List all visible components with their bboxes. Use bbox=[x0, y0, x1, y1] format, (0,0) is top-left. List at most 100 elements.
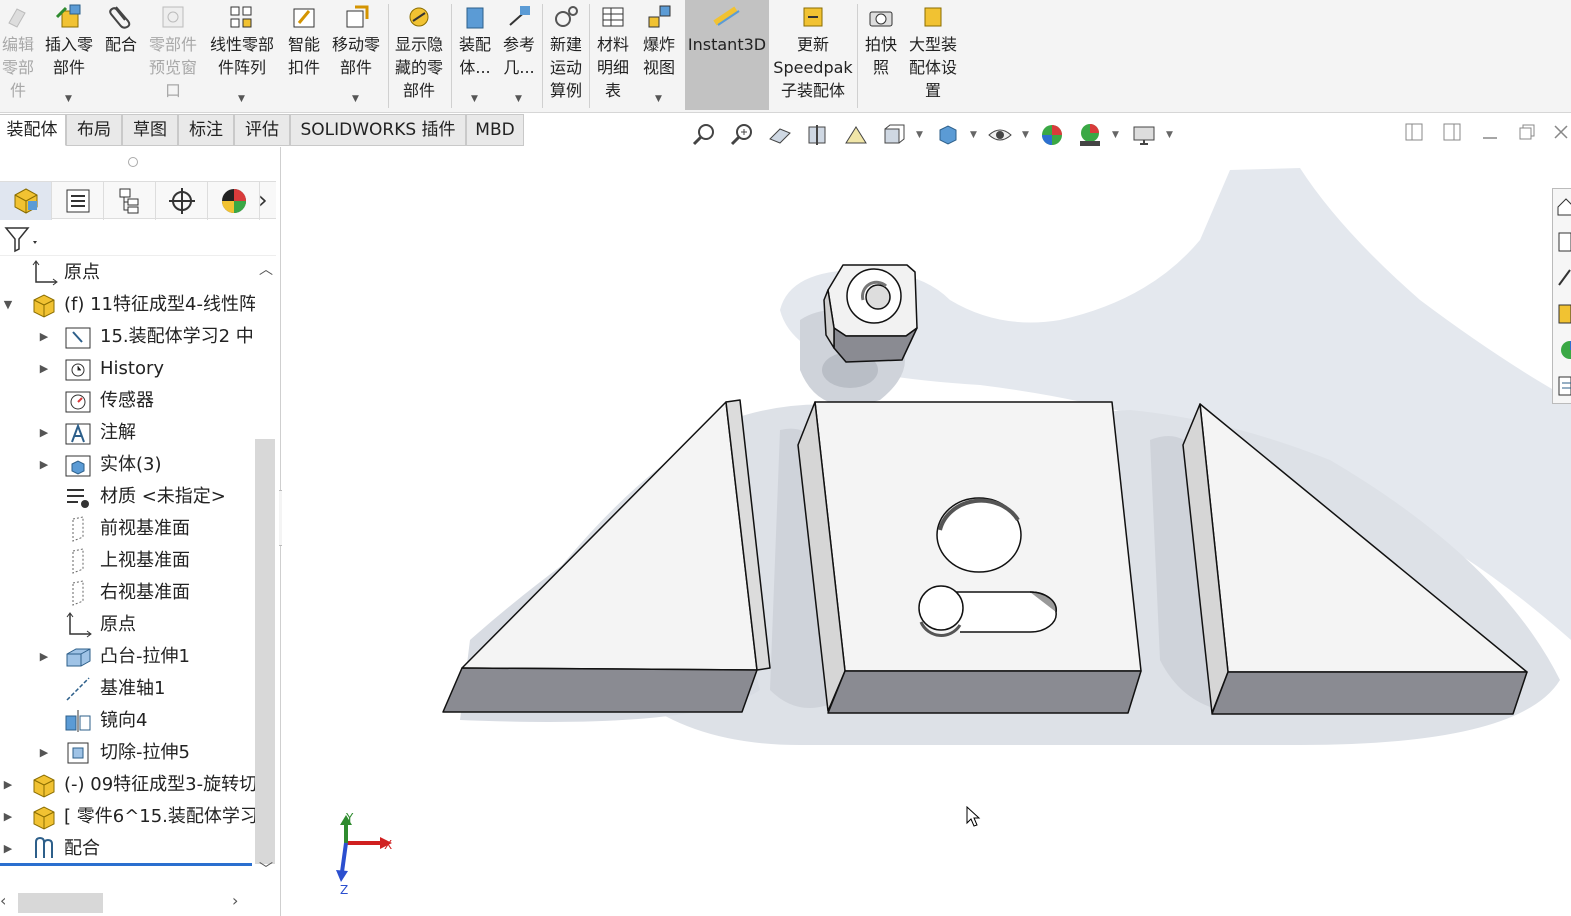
minimize-button[interactable] bbox=[1476, 122, 1504, 150]
update-speedpak-button[interactable]: 更新 Speedpak 子装配体 bbox=[773, 0, 853, 110]
chevron-right-icon[interactable]: › bbox=[258, 186, 268, 214]
chevron-right-icon[interactable]: ▶ bbox=[38, 353, 50, 385]
previous-view-button[interactable] bbox=[766, 118, 798, 152]
hide-show-items-button[interactable] bbox=[986, 118, 1018, 152]
edit-appearance-button[interactable] bbox=[1038, 118, 1070, 152]
graphics-area[interactable]: X Y Z bbox=[282, 152, 1571, 916]
tree-item-top-plane[interactable]: 上视基准面 bbox=[0, 545, 255, 577]
design-library-icon[interactable] bbox=[1556, 229, 1571, 257]
tree-item-component[interactable]: ▶ (-) 09特征成型3-旋转切 bbox=[0, 769, 255, 801]
show-hidden-components-button[interactable]: 显示隐 藏的零 部件 bbox=[391, 0, 447, 110]
chevron-right-icon[interactable]: ▶ bbox=[38, 417, 50, 449]
scrollbar-thumb[interactable] bbox=[18, 893, 103, 913]
small-cube-part[interactable] bbox=[823, 264, 918, 363]
chevron-right-icon[interactable]: ▶ bbox=[38, 737, 50, 769]
tile-left-button[interactable] bbox=[1400, 122, 1428, 150]
chevron-right-icon[interactable]: ▶ bbox=[38, 449, 50, 481]
edit-component-button[interactable]: 编辑 零部 件 bbox=[0, 0, 36, 110]
tree-item-mirror[interactable]: 镜向4 bbox=[0, 705, 255, 737]
tab-evaluate[interactable]: 评估 bbox=[234, 114, 290, 146]
tree-item-cut-extrude[interactable]: ▶ 切除-拉伸5 bbox=[0, 737, 255, 769]
dropdown-arrow-icon[interactable]: ▼ bbox=[238, 95, 245, 104]
view-settings-button[interactable] bbox=[1130, 118, 1162, 152]
chevron-right-icon[interactable]: ▶ bbox=[38, 321, 50, 353]
dropdown-arrow-icon[interactable]: ▼ bbox=[1166, 130, 1173, 140]
scrollbar-thumb[interactable] bbox=[255, 439, 275, 864]
view-palette-icon[interactable] bbox=[1556, 301, 1571, 329]
tab-property-manager[interactable] bbox=[52, 182, 104, 220]
tree-item-material[interactable]: 材质 <未指定> bbox=[0, 481, 255, 513]
scroll-left-icon[interactable]: ‹ bbox=[0, 891, 6, 910]
home-icon[interactable] bbox=[1556, 193, 1571, 221]
rollback-bar[interactable] bbox=[0, 863, 252, 866]
file-explorer-icon[interactable] bbox=[1556, 265, 1571, 293]
view-orientation-button[interactable] bbox=[880, 118, 912, 152]
tree-item-boss-extrude[interactable]: ▶ 凸台-拉伸1 bbox=[0, 641, 255, 673]
tree-item-sensors[interactable]: 传感器 bbox=[0, 385, 255, 417]
instant3d-button[interactable]: Instant3D bbox=[685, 0, 769, 110]
tree-item-mates[interactable]: ▶ 配合 bbox=[0, 833, 255, 865]
new-motion-study-button[interactable]: 新建 运动 算例 bbox=[545, 0, 587, 110]
tree-item-component[interactable]: ▼ (f) 11特征成型4-线性阵 bbox=[0, 289, 255, 321]
dropdown-arrow-icon[interactable]: ▼ bbox=[916, 130, 923, 140]
tree-item-axis[interactable]: 基准轴1 bbox=[0, 673, 255, 705]
tab-solidworks-addins[interactable]: SOLIDWORKS 插件 bbox=[290, 114, 466, 146]
take-snapshot-button[interactable]: 拍快 照 bbox=[860, 0, 902, 110]
center-block-part[interactable] bbox=[797, 401, 1142, 714]
panel-split-handle[interactable] bbox=[128, 157, 138, 167]
custom-properties-icon[interactable] bbox=[1556, 373, 1571, 401]
tree-item-front-plane[interactable]: 前视基准面 bbox=[0, 513, 255, 545]
filter-icon[interactable] bbox=[4, 225, 40, 253]
section-view-button[interactable] bbox=[804, 118, 836, 152]
tree-vertical-scrollbar[interactable]: ︿ ﹀ bbox=[255, 259, 275, 879]
component-preview-button[interactable]: 零部件 预览窗 口 bbox=[145, 0, 201, 110]
tile-right-button[interactable] bbox=[1438, 122, 1466, 150]
dynamic-annotation-button[interactable] bbox=[842, 118, 874, 152]
chevron-right-icon[interactable]: ▶ bbox=[2, 801, 14, 833]
tab-sketch[interactable]: 草图 bbox=[122, 114, 178, 146]
apply-scene-button[interactable] bbox=[1076, 118, 1108, 152]
dropdown-arrow-icon[interactable]: ▼ bbox=[1022, 130, 1029, 140]
dropdown-arrow-icon[interactable]: ▼ bbox=[65, 95, 72, 104]
zoom-to-area-button[interactable] bbox=[728, 118, 760, 152]
appearances-icon[interactable] bbox=[1556, 337, 1571, 365]
bill-of-materials-button[interactable]: 材料 明细 表 bbox=[592, 0, 634, 110]
tree-item-solid-bodies[interactable]: ▶ 实体(3) bbox=[0, 449, 255, 481]
display-style-button[interactable] bbox=[934, 118, 966, 152]
insert-component-button[interactable]: 插入零 部件 ▼ bbox=[40, 0, 98, 110]
restore-button[interactable] bbox=[1513, 122, 1541, 150]
tab-mbd[interactable]: MBD bbox=[466, 114, 524, 146]
tab-display-manager[interactable] bbox=[208, 182, 260, 220]
tree-item-mates-in-assembly[interactable]: ▶ 15.装配体学习2 中| bbox=[0, 321, 255, 353]
scroll-right-icon[interactable]: › bbox=[232, 891, 238, 910]
scroll-up-icon[interactable]: ︿ bbox=[259, 259, 273, 279]
exploded-view-button[interactable]: 爆炸 视图 ▼ bbox=[637, 0, 681, 110]
tab-layout[interactable]: 布局 bbox=[66, 114, 122, 146]
tab-markup[interactable]: 标注 bbox=[178, 114, 234, 146]
tree-item-annotations[interactable]: ▶ 注解 bbox=[0, 417, 255, 449]
tab-dimxpert-manager[interactable] bbox=[156, 182, 208, 220]
move-component-button[interactable]: 移动零 部件 ▼ bbox=[328, 0, 384, 110]
tab-configuration-manager[interactable] bbox=[104, 182, 156, 220]
dropdown-arrow-icon[interactable]: ▼ bbox=[352, 95, 359, 104]
reference-geometry-button[interactable]: 参考 几... ▼ bbox=[498, 0, 540, 110]
chevron-right-icon[interactable]: ▶ bbox=[2, 769, 14, 801]
assembly-features-button[interactable]: 装配 体... ▼ bbox=[454, 0, 496, 110]
dropdown-arrow-icon[interactable]: ▼ bbox=[970, 130, 977, 140]
chevron-right-icon[interactable]: ▶ bbox=[2, 833, 14, 865]
chevron-down-icon[interactable]: ▼ bbox=[2, 289, 14, 321]
dropdown-arrow-icon[interactable]: ▼ bbox=[1112, 130, 1119, 140]
dropdown-arrow-icon[interactable]: ▼ bbox=[471, 95, 478, 104]
linear-component-pattern-button[interactable]: 线性零部 件阵列 ▼ bbox=[205, 0, 279, 110]
tab-feature-manager[interactable] bbox=[0, 182, 52, 220]
chevron-right-icon[interactable]: ▶ bbox=[38, 641, 50, 673]
close-button[interactable] bbox=[1550, 122, 1571, 150]
tree-item-component[interactable]: ▶ [ 零件6^15.装配体学习 bbox=[0, 801, 255, 833]
dropdown-arrow-icon[interactable]: ▼ bbox=[515, 95, 522, 104]
tree-item-history[interactable]: ▶ History bbox=[0, 353, 255, 385]
large-assembly-settings-button[interactable]: 大型装 配体设 置 bbox=[904, 0, 962, 110]
tree-item-right-plane[interactable]: 右视基准面 bbox=[0, 577, 255, 609]
smart-fasteners-button[interactable]: 智能 扣件 bbox=[283, 0, 325, 110]
tree-item-origin[interactable]: 原点 bbox=[0, 257, 255, 289]
dropdown-arrow-icon[interactable]: ▼ bbox=[655, 95, 662, 104]
